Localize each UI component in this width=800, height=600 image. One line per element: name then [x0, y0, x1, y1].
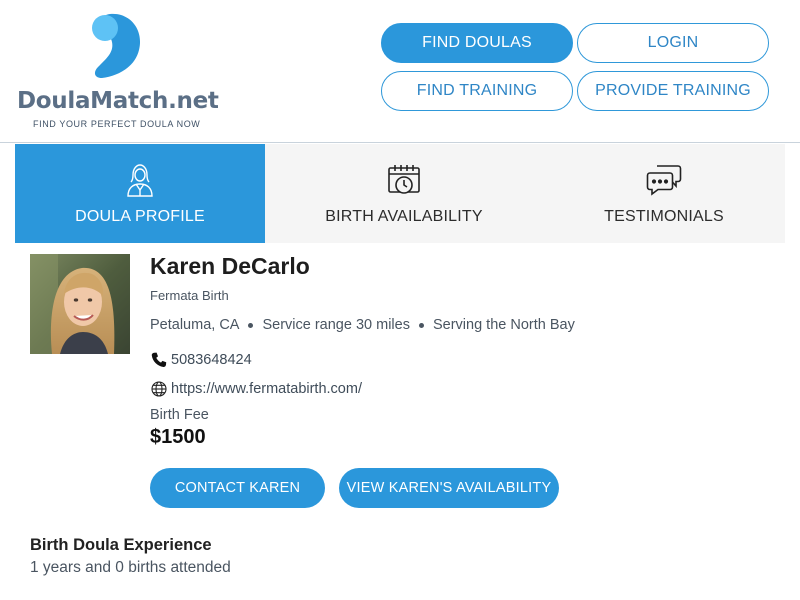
contact-doula-button[interactable]: CONTACT KAREN	[150, 468, 325, 508]
tab-label: DOULA PROFILE	[75, 208, 205, 225]
experience-heading: Birth Doula Experience	[30, 536, 212, 554]
calendar-clock-icon	[386, 162, 422, 198]
tab-doula-profile[interactable]: DOULA PROFILE	[15, 144, 265, 243]
next-section-heading-clipped	[30, 592, 140, 600]
provide-training-button[interactable]: PROVIDE TRAINING	[577, 71, 769, 111]
logo-wordmark: DoulaMatch.net	[17, 88, 219, 114]
globe-icon	[150, 380, 167, 397]
phone-icon	[150, 351, 167, 368]
phone-row[interactable]: 5083648424	[150, 351, 252, 368]
service-range-text: Service range 30 miles	[262, 317, 410, 333]
logo-tagline: FIND YOUR PERFECT DOULA NOW	[33, 119, 201, 129]
bullet-separator	[418, 322, 424, 328]
tab-birth-availability[interactable]: BIRTH AVAILABILITY	[265, 144, 543, 243]
doula-person-icon	[122, 162, 158, 198]
birth-fee-label: Birth Fee	[150, 407, 209, 423]
find-doulas-button[interactable]: FIND DOULAS	[381, 23, 573, 63]
doula-location-row: Petaluma, CA Service range 30 miles Serv…	[150, 317, 575, 333]
find-training-button[interactable]: FIND TRAINING	[381, 71, 573, 111]
doula-organization: Fermata Birth	[150, 288, 229, 303]
doula-name: Karen DeCarlo	[150, 253, 310, 279]
chat-bubbles-icon	[646, 162, 682, 198]
phone-number[interactable]: 5083648424	[171, 352, 252, 368]
birth-fee-value: $1500	[150, 426, 206, 448]
site-header: DoulaMatch.net FIND YOUR PERFECT DOULA N…	[0, 0, 800, 143]
site-logo[interactable]: DoulaMatch.net FIND YOUR PERFECT DOULA N…	[14, 10, 224, 135]
website-row[interactable]: https://www.fermatabirth.com/	[150, 380, 362, 397]
website-link[interactable]: https://www.fermatabirth.com/	[171, 381, 362, 397]
logo-mark-icon	[92, 13, 141, 78]
doula-photo	[30, 254, 130, 354]
tab-testimonials[interactable]: TESTIMONIALS	[543, 144, 785, 243]
bullet-separator	[248, 322, 254, 328]
serving-area-text: Serving the North Bay	[432, 317, 575, 333]
tab-label: TESTIMONIALS	[604, 208, 724, 225]
location-text: Petaluma, CA	[150, 317, 240, 333]
view-availability-button[interactable]: VIEW KAREN'S AVAILABILITY	[339, 468, 559, 508]
profile-tabs: DOULA PROFILE BIRTH AVAILABILITY TESTIMO…	[15, 144, 785, 243]
login-button[interactable]: LOGIN	[577, 23, 769, 63]
tab-label: BIRTH AVAILABILITY	[325, 208, 483, 225]
experience-value: 1 years and 0 births attended	[30, 559, 231, 576]
